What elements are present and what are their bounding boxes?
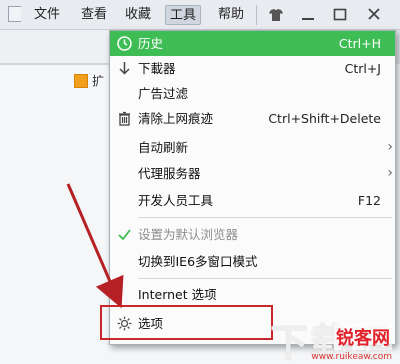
arrow-line: [66, 183, 124, 309]
watermark: 下载吧 锐客网 www.ruikeaw.com: [270, 294, 400, 364]
watermark-url: www.ruikeaw.com: [311, 352, 392, 362]
watermark-logo: 锐客网: [334, 324, 392, 350]
